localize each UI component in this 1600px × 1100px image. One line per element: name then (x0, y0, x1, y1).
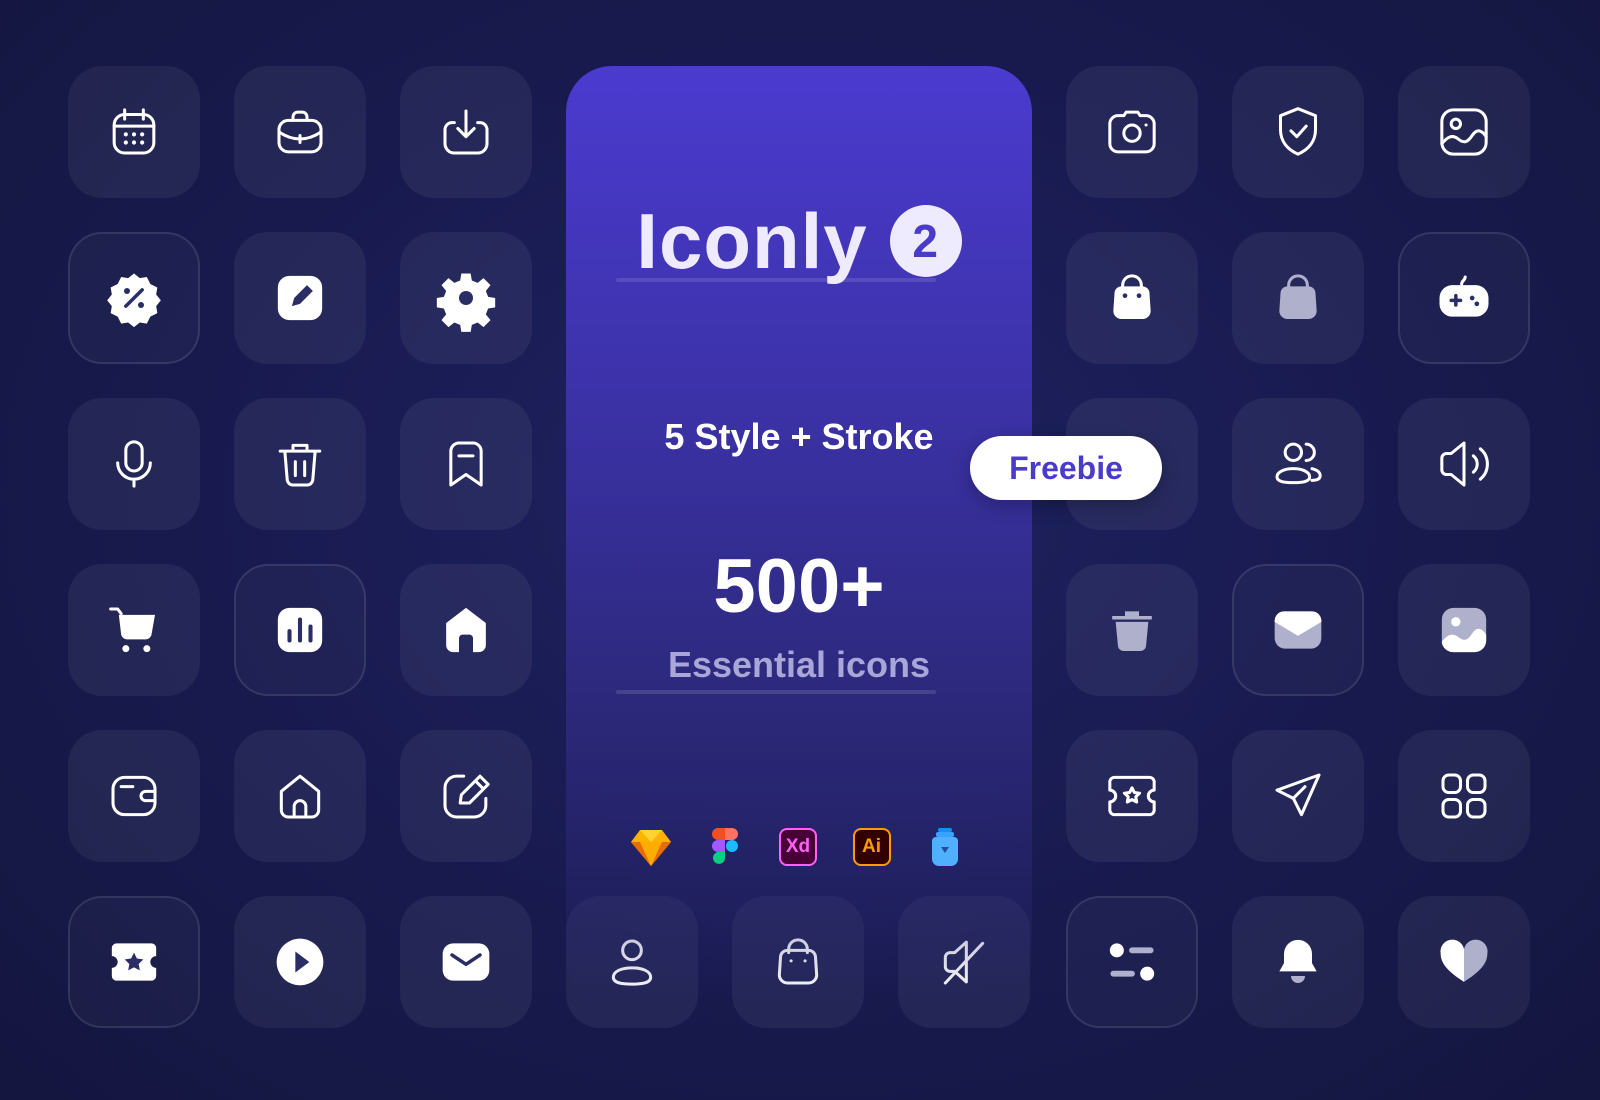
sketch-icon (628, 824, 674, 870)
figma-icon (702, 824, 748, 870)
brand-title: Iconly 2 (566, 196, 1032, 280)
delete-filled-tile[interactable] (1066, 564, 1198, 696)
setting-tile[interactable] (400, 232, 532, 364)
filter-tile[interactable] (1066, 896, 1198, 1028)
heart-tile[interactable] (1398, 896, 1530, 1028)
home-icon (446, 607, 486, 653)
bag-2-icon (1279, 274, 1317, 319)
users-tile[interactable] (1232, 398, 1364, 530)
image-tile[interactable] (1398, 66, 1530, 198)
notification-tile[interactable] (1232, 896, 1364, 1028)
hero-card: Iconly 2 5 Style + Stroke 500+ Essential … (566, 66, 1032, 1006)
ticket-star-tile[interactable] (68, 896, 200, 1028)
home-tile[interactable] (400, 564, 532, 696)
bookmark-icon (449, 441, 483, 487)
send-icon (1275, 773, 1321, 817)
bag-filled-tile[interactable] (1066, 232, 1198, 364)
camera-icon (1108, 110, 1156, 154)
chart-icon (277, 607, 323, 653)
download-tile[interactable] (400, 66, 532, 198)
tagline: 5 Style + Stroke (664, 416, 934, 457)
notification-icon (1279, 939, 1317, 983)
icon-count: 500+ (713, 544, 885, 629)
version-badge: 2 (889, 205, 962, 278)
volume-up-tile[interactable] (1398, 398, 1530, 530)
volume-up-icon (1440, 441, 1489, 487)
buy-icon (109, 607, 155, 653)
home-outline-icon (279, 774, 321, 819)
discount-icon (107, 273, 161, 328)
illustrator-icon: Ai (849, 824, 895, 870)
ticket-star-outline-tile[interactable] (1066, 730, 1198, 862)
edit-square-icon (443, 774, 490, 819)
play-icon (276, 938, 324, 986)
icon-count-subtitle: Essential icons (667, 644, 931, 685)
image-icon (1440, 108, 1488, 156)
home-outline-tile[interactable] (234, 730, 366, 862)
heart-icon (1440, 939, 1488, 982)
voice-icon (116, 440, 152, 488)
xd-icon: Xd (775, 824, 821, 870)
iconjar-icon (922, 824, 968, 870)
edit-icon (277, 275, 323, 321)
game-icon (1439, 275, 1489, 317)
freebie-badge[interactable]: Freebie (970, 436, 1162, 500)
users-icon (1275, 442, 1322, 485)
play-tile[interactable] (234, 896, 366, 1028)
delete-tile[interactable] (234, 398, 366, 530)
camera-tile[interactable] (1066, 66, 1198, 198)
shield-done-icon (1278, 107, 1318, 156)
category-icon (1441, 773, 1487, 819)
send-tile[interactable] (1232, 730, 1364, 862)
setting-icon (436, 273, 496, 332)
briefcase-icon (277, 110, 323, 154)
wallet-tile[interactable] (68, 730, 200, 862)
edit-square-tile[interactable] (400, 730, 532, 862)
delete-icon (278, 443, 322, 487)
ticket-star-icon (111, 943, 157, 981)
calendar-tile[interactable] (68, 66, 200, 198)
voice-tile[interactable] (68, 398, 200, 530)
chart-tile[interactable] (234, 564, 366, 696)
game-tile[interactable] (1398, 232, 1530, 364)
image-filled-icon (1441, 607, 1487, 653)
work-tile[interactable] (234, 66, 366, 198)
image-filled-tile[interactable] (1398, 564, 1530, 696)
ai-label: Ai (852, 828, 891, 866)
message-icon (442, 943, 490, 981)
edit-tile[interactable] (234, 232, 366, 364)
calendar-icon (112, 108, 156, 155)
brand-name: Iconly (636, 197, 868, 286)
ticket-star-outline-icon (1108, 775, 1156, 817)
xd-label: Xd (779, 828, 817, 866)
delete-filled-icon (1112, 611, 1152, 652)
download-icon (443, 109, 489, 155)
message-tile[interactable] (400, 896, 532, 1028)
top-divider (616, 278, 936, 282)
bookmark-tile[interactable] (400, 398, 532, 530)
discount-tile[interactable] (68, 232, 200, 364)
tool-logos: Xd Ai (628, 824, 968, 870)
bag-2-tile[interactable] (1232, 232, 1364, 364)
bottom-divider (616, 690, 936, 694)
buy-tile[interactable] (68, 564, 200, 696)
filter-icon (1109, 943, 1155, 981)
message-filled-icon (1274, 611, 1322, 649)
wallet-icon (111, 775, 157, 817)
shield-done-tile[interactable] (1232, 66, 1364, 198)
message-filled-tile[interactable] (1232, 564, 1364, 696)
bag-filled-icon (1113, 274, 1151, 319)
category-tile[interactable] (1398, 730, 1530, 862)
